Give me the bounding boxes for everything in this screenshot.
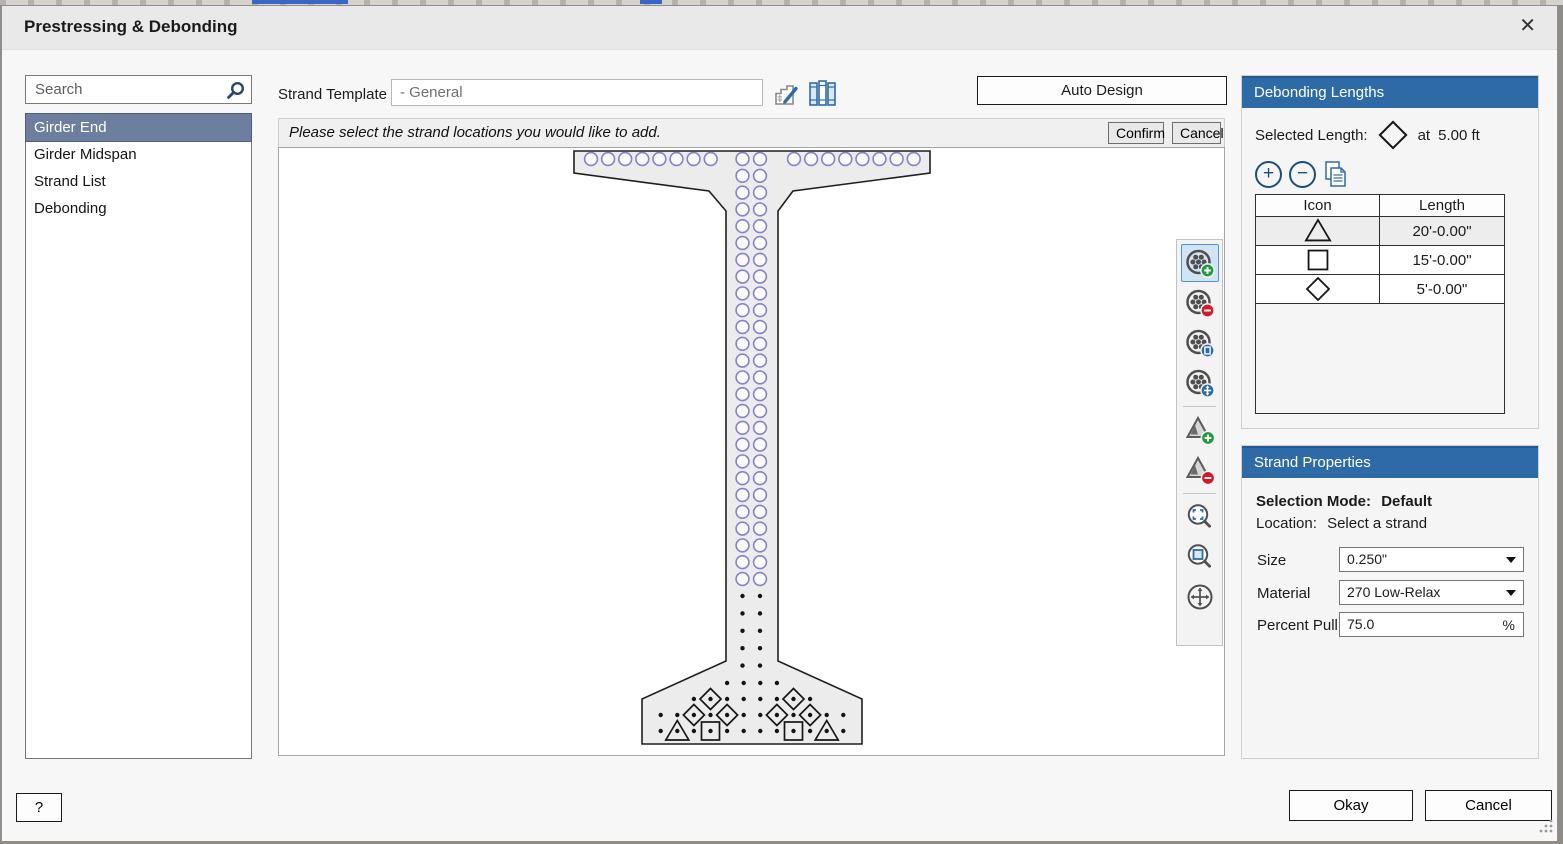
remove-length-button[interactable]: − bbox=[1289, 161, 1316, 188]
toolbar-separator bbox=[1183, 493, 1216, 494]
add-strands-tool[interactable] bbox=[1181, 244, 1219, 282]
debond-length-value: 15'-0.00" bbox=[1380, 246, 1504, 274]
zoom-window-tool[interactable] bbox=[1181, 538, 1219, 576]
icon-column-header: Icon bbox=[1256, 195, 1380, 216]
selected-length-at: at bbox=[1418, 127, 1431, 144]
percent-pull-label: Percent Pull bbox=[1257, 617, 1338, 634]
instruction-text: Please select the strand locations you w… bbox=[289, 124, 661, 141]
strand-move-icon bbox=[1185, 368, 1215, 398]
percent-pull-field[interactable]: 75.0 % bbox=[1339, 612, 1524, 637]
debonding-lengths-header: Debonding Lengths bbox=[1242, 76, 1538, 108]
toolbar-separator bbox=[1183, 406, 1216, 407]
zoom-extents-icon bbox=[1185, 502, 1215, 532]
background-link-fragment bbox=[640, 0, 662, 4]
instruction-bar: Please select the strand locations you w… bbox=[278, 118, 1225, 148]
debonding-lengths-panel: Debonding Lengths Selected Length: at 5.… bbox=[1241, 75, 1539, 429]
close-icon[interactable]: ✕ bbox=[1519, 14, 1536, 38]
square-marker-icon bbox=[1256, 246, 1380, 274]
debond-add-icon bbox=[1185, 415, 1215, 445]
sidebar-item-strand-list[interactable]: Strand List bbox=[26, 168, 251, 195]
diamond-marker-icon bbox=[1256, 275, 1380, 303]
cancel-selection-button[interactable]: Cancel bbox=[1172, 122, 1221, 144]
debond-length-value: 20'-0.00" bbox=[1380, 217, 1504, 245]
add-debond-tool[interactable] bbox=[1181, 411, 1219, 449]
strand-properties-panel: Strand Properties Selection Mode: Defaul… bbox=[1241, 445, 1539, 759]
background-link-fragment bbox=[252, 0, 348, 4]
okay-button[interactable]: Okay bbox=[1289, 790, 1413, 821]
chevron-down-icon bbox=[1506, 557, 1516, 563]
selected-length-label: Selected Length: bbox=[1255, 127, 1368, 144]
move-strands-tool[interactable] bbox=[1181, 364, 1219, 402]
strand-add-icon bbox=[1185, 248, 1215, 278]
edit-template-icon[interactable] bbox=[773, 79, 801, 113]
debond-lengths-table[interactable]: Icon Length 20'-0.00"15'-0.00"5'-0.00" bbox=[1255, 194, 1505, 414]
add-length-button[interactable]: + bbox=[1255, 161, 1282, 188]
search-box bbox=[25, 75, 252, 104]
selected-length-row: Selected Length: at 5.00 ft bbox=[1255, 120, 1480, 150]
sidebar-item-debonding[interactable]: Debonding bbox=[26, 195, 251, 222]
debond-remove-icon bbox=[1185, 455, 1215, 485]
title-bar: Prestressing & Debonding ✕ bbox=[2, 6, 1557, 50]
strand-paste-icon bbox=[1185, 328, 1215, 358]
location-row: Location: Select a strand bbox=[1256, 515, 1427, 532]
selection-mode-row: Selection Mode: Default bbox=[1256, 493, 1432, 510]
material-dropdown[interactable]: 270 Low-Relax bbox=[1339, 580, 1524, 605]
table-header-row: Icon Length bbox=[1256, 195, 1504, 217]
percent-pull-value: 75.0 bbox=[1347, 616, 1374, 632]
diamond-marker-icon bbox=[1377, 120, 1409, 150]
sidebar-item-girder-midspan[interactable]: Girder Midspan bbox=[26, 141, 251, 168]
girder-cross-section[interactable] bbox=[279, 148, 1224, 760]
section-list[interactable]: Girder EndGirder MidspanStrand ListDebon… bbox=[25, 113, 252, 759]
strand-template-label: Strand Template bbox=[278, 86, 387, 103]
length-column-header: Length bbox=[1380, 195, 1504, 216]
confirm-button[interactable]: Confirm bbox=[1108, 122, 1164, 144]
selection-mode-label: Selection Mode: bbox=[1256, 493, 1371, 510]
selection-mode-value: Default bbox=[1381, 493, 1432, 510]
triangle-marker-icon bbox=[1256, 217, 1380, 245]
location-label: Location: bbox=[1256, 515, 1317, 532]
girder-cross-section-canvas[interactable] bbox=[278, 147, 1225, 756]
pan-tool[interactable] bbox=[1181, 578, 1219, 616]
zoom-window-icon bbox=[1185, 542, 1215, 572]
size-dropdown[interactable]: 0.250" bbox=[1339, 547, 1524, 572]
sidebar-item-girder-end[interactable]: Girder End bbox=[26, 114, 251, 141]
strand-properties-header: Strand Properties bbox=[1242, 446, 1538, 478]
debond-length-row-triangle[interactable]: 20'-0.00" bbox=[1256, 217, 1504, 246]
cancel-button[interactable]: Cancel bbox=[1425, 790, 1552, 821]
debond-length-row-diamond[interactable]: 5'-0.00" bbox=[1256, 275, 1504, 304]
debond-length-actions: + − bbox=[1255, 160, 1349, 188]
template-library-icon[interactable] bbox=[808, 79, 838, 113]
strand-remove-icon bbox=[1185, 288, 1215, 318]
zoom-extents-tool[interactable] bbox=[1181, 498, 1219, 536]
auto-design-button[interactable]: Auto Design bbox=[977, 76, 1227, 105]
prestressing-debonding-dialog: Prestressing & Debonding ✕ Girder EndGir… bbox=[1, 5, 1558, 842]
search-input[interactable] bbox=[26, 76, 251, 103]
percent-unit: % bbox=[1503, 617, 1515, 633]
copy-lengths-icon[interactable] bbox=[1323, 160, 1349, 188]
dialog-title: Prestressing & Debonding bbox=[24, 17, 237, 37]
canvas-toolbar bbox=[1176, 239, 1223, 646]
material-value: 270 Low-Relax bbox=[1347, 584, 1440, 600]
strand-template-input[interactable] bbox=[391, 79, 763, 106]
pan-icon bbox=[1185, 582, 1215, 612]
selected-length-value: 5.00 ft bbox=[1438, 127, 1480, 144]
size-label: Size bbox=[1257, 552, 1286, 569]
remove-debond-tool[interactable] bbox=[1181, 451, 1219, 489]
debond-length-value: 5'-0.00" bbox=[1380, 275, 1504, 303]
paste-strands-tool[interactable] bbox=[1181, 324, 1219, 362]
help-button[interactable]: ? bbox=[16, 793, 62, 822]
material-label: Material bbox=[1257, 585, 1310, 602]
debond-length-row-square[interactable]: 15'-0.00" bbox=[1256, 246, 1504, 275]
chevron-down-icon bbox=[1506, 590, 1516, 596]
location-value: Select a strand bbox=[1327, 515, 1427, 532]
search-icon bbox=[225, 80, 246, 106]
size-value: 0.250" bbox=[1347, 551, 1387, 567]
remove-strands-tool[interactable] bbox=[1181, 284, 1219, 322]
resize-grip[interactable] bbox=[1538, 818, 1554, 839]
